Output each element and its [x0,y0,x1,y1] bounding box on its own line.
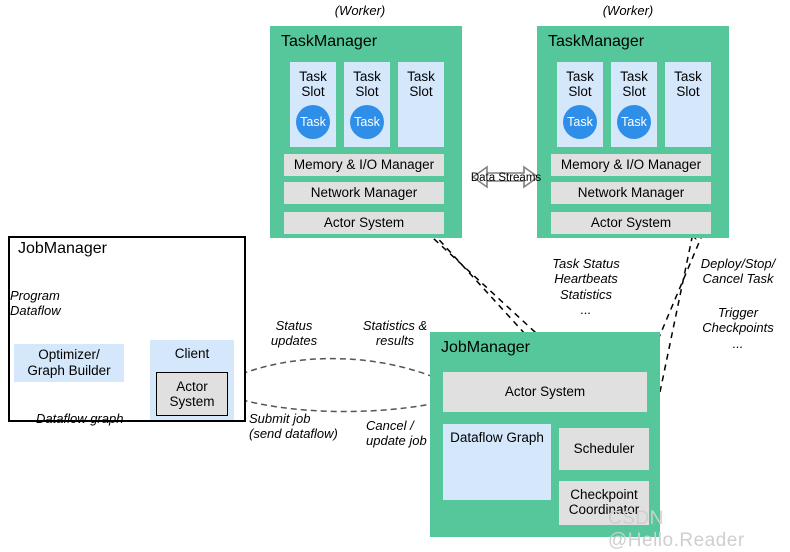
cancel-update-line2: update job [366,433,427,449]
dataflow-graph-edge-label: Dataflow graph [36,411,124,426]
slot-label-line1: Task [353,69,381,84]
jobmanager-actor-system: Actor System [443,372,647,412]
task-instance[interactable]: Task [563,105,597,140]
jobmanager-scheduler: Scheduler [559,428,649,470]
program-code-line2: code [139,289,173,307]
data-streams-label: Data Streams [470,171,542,184]
deploy-line1: Deploy/Stop/ [700,256,776,271]
worker-2-caption: (Worker) [602,3,654,18]
taskmanager-2-actor-system: Actor System [551,212,711,234]
taskmanager-1-actor-system: Actor System [284,212,444,234]
statistics-results-label: Statistics & results [352,318,438,349]
task-status-line3: Statistics [559,286,612,302]
taskmanager-2-title: TaskManager [548,33,645,50]
edge-submit-job [231,396,453,413]
status-updates-line1: Status [275,318,313,333]
program-dataflow-label: Program Dataflow [10,288,80,319]
statistics-results-line1: Statistics & [362,318,428,333]
slot-label-line2: Slot [676,84,700,100]
trigger-line2: Checkpoints [702,320,774,336]
taskmanager-1-network-manager: Network Manager [284,182,444,204]
slot-label-line2: Slot [568,84,592,100]
taskmanager-2-slot-2[interactable]: Task Slot Task [611,62,657,147]
program-dataflow-line2: Dataflow [10,303,61,319]
client-actor-line2: System [169,394,215,409]
optimizer-graph-builder[interactable]: Optimizer/ Graph Builder [14,344,124,382]
status-updates-line2: updates [270,333,318,349]
task-status-line4: ... [580,301,592,317]
client-actor-system[interactable]: Actor System [156,372,228,416]
deploy-task-label: Deploy/Stop/ Cancel Task [690,256,786,287]
trigger-checkpoints-label: Trigger Checkpoints ... [690,305,786,351]
program-code-label: Program code [108,272,204,307]
client-actor-line1: Actor [176,378,208,394]
taskmanager-2-network-manager: Network Manager [551,182,711,204]
slot-label-line1: Task [299,69,327,84]
program-code-line1: Program [127,272,185,289]
slot-label-line2: Slot [409,84,433,100]
optimizer-line2: Graph Builder [27,363,111,378]
checkpoint-coordinator-line1: Checkpoint [570,487,638,503]
flink-architecture-diagram: (Worker) TaskManager Task Slot Task Task… [0,0,790,551]
slot-label-line2: Slot [301,84,325,100]
trigger-line1: Trigger [717,305,759,320]
submit-job-line1: Submit job [249,411,311,426]
client-panel-title: JobManager [18,240,107,257]
task-instance[interactable]: Task [296,105,330,140]
taskmanager-2-slot-1[interactable]: Task Slot Task [557,62,603,147]
deploy-line2: Cancel Task [702,271,774,287]
taskmanager-1-slot-1[interactable]: Task Slot Task [290,62,336,147]
slot-label-line1: Task [407,69,435,84]
client-title: Client [174,346,210,361]
taskmanager-1-slot-3[interactable]: Task Slot [398,62,444,147]
program-dataflow-line1: Program [10,288,60,303]
statistics-results-line2: results [375,333,415,349]
watermark: CSDN @Hello.Reader [608,508,745,551]
taskmanager-1-slot-2[interactable]: Task Slot Task [344,62,390,147]
optimizer-line1: Optimizer/ [38,347,100,363]
slot-label-line2: Slot [622,84,646,100]
jobmanager-dataflow-graph-label: Dataflow Graph [450,430,544,445]
submit-job-label: Submit job (send dataflow) [249,411,359,442]
trigger-line3: ... [732,335,744,351]
task-status-line1: Task Status [552,256,620,271]
slot-label-line1: Task [620,69,648,84]
taskmanager-1-memory-io-manager: Memory & I/O Manager [284,154,444,176]
edge-jm-to-tm2 [659,227,697,393]
submit-job-line2: (send dataflow) [249,426,338,442]
slot-label-line1: Task [674,69,702,84]
taskmanager-2-slot-3[interactable]: Task Slot [665,62,711,147]
status-updates-label: Status updates [258,318,330,349]
cancel-update-line1: Cancel / [366,418,414,433]
task-instance[interactable]: Task [350,105,384,140]
worker-1-caption: (Worker) [334,3,386,18]
jobmanager-title: JobManager [441,339,530,356]
taskmanager-1-title: TaskManager [281,33,378,50]
task-status-line2: Heartbeats [554,271,618,287]
slot-label-line2: Slot [355,84,379,100]
task-status-label: Task Status Heartbeats Statistics ... [534,256,638,317]
cancel-update-job-label: Cancel / update job [366,418,446,449]
slot-label-line1: Task [566,69,594,84]
task-instance[interactable]: Task [617,105,651,140]
taskmanager-2-memory-io-manager: Memory & I/O Manager [551,154,711,176]
edge-status-updates [231,357,453,386]
